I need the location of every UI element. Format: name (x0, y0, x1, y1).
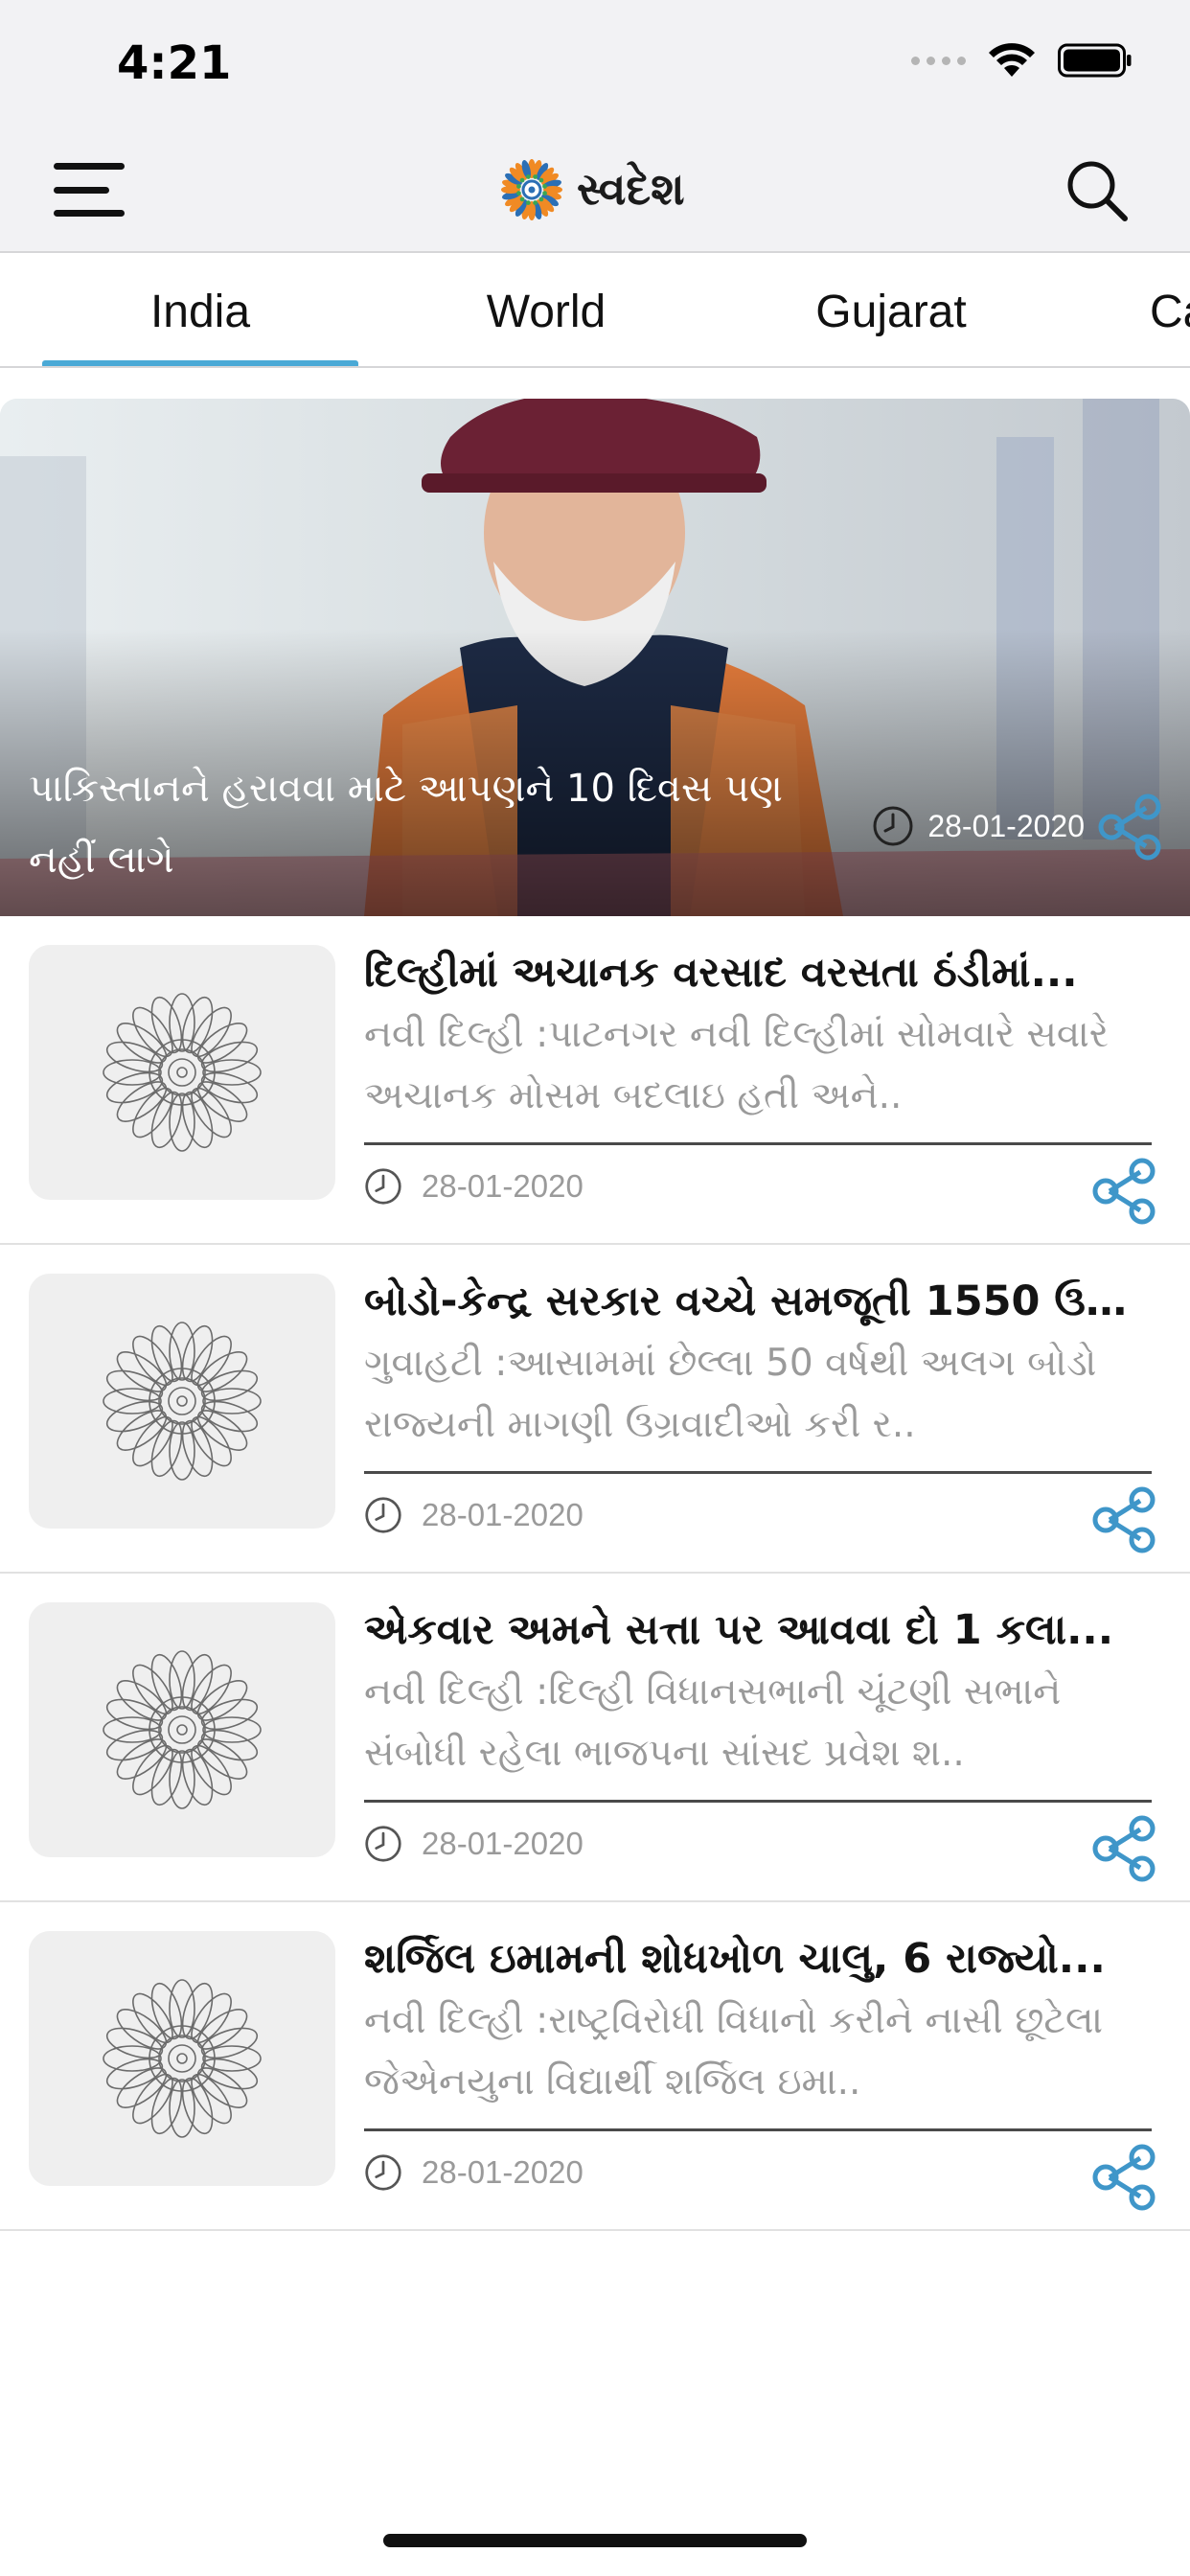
tab-world[interactable]: World (402, 255, 690, 366)
news-meta: 28-01-2020 (364, 1167, 584, 1206)
tab-gujarat[interactable]: Gujarat (747, 255, 1035, 366)
news-summary: ગુવાહટી :આસામમાં છેલ્લા 50 વર્ષથી અલગ બો… (364, 1342, 1097, 1446)
tab-partial[interactable]: Ca (1150, 255, 1190, 366)
tab-label: Gujarat (815, 286, 967, 337)
news-thumbnail (29, 1931, 335, 2186)
tab-india[interactable]: India (42, 255, 358, 366)
tab-label: India (149, 286, 251, 337)
placeholder-logo-icon (103, 1979, 262, 2138)
news-list-item[interactable]: બોડો-કેન્દ્ર સરકાર વચ્ચે સમજૂતી 1550 ઉગ્… (0, 1245, 1190, 1574)
news-date: 28-01-2020 (422, 2154, 584, 2190)
news-list-item[interactable]: એકવાર અમને સત્તા પર આવવા દો 1 કલા... નવી… (0, 1574, 1190, 1902)
brand: સ્વદેશ (498, 155, 685, 224)
news-meta: 28-01-2020 (364, 2153, 584, 2192)
news-title: એકવાર અમને સત્તા પર આવવા દો 1 કલા... (364, 1606, 1114, 1654)
wifi-icon (987, 42, 1037, 79)
featured-story[interactable]: પાકિસ્તાનને હરાવવા માટે આપણને 10 દિવસ પણ… (0, 399, 1190, 916)
tab-label: World (486, 286, 606, 337)
category-tabs: India World Gujarat Ca (0, 255, 1190, 368)
placeholder-logo-icon (103, 1650, 262, 1809)
clock-icon (365, 1497, 401, 1533)
share-icon (1092, 1815, 1156, 1882)
status-bar: 4:21 (0, 0, 1190, 126)
news-divider (364, 1800, 1152, 1803)
clock-icon (873, 806, 913, 846)
hamburger-menu-icon (54, 163, 125, 170)
share-icon (1092, 2144, 1156, 2211)
news-title: દિલ્હીમાં અચાનક વરસાદ વરસતા ઠંડીમાં... (364, 949, 1078, 997)
news-divider (364, 2128, 1152, 2131)
placeholder-logo-icon (103, 1322, 262, 1481)
tab-label: Ca (1150, 286, 1190, 337)
featured-share-button[interactable] (1096, 794, 1163, 865)
news-divider (364, 1142, 1152, 1145)
clock-icon (365, 2154, 401, 2191)
news-date: 28-01-2020 (422, 1826, 584, 1861)
news-list-item[interactable]: શર્જિલ ઇમામની શોધખોળ ચાલુ, 6 રાજ્યો... ન… (0, 1902, 1190, 2231)
menu-button[interactable] (54, 155, 130, 224)
news-feed: પાકિસ્તાનને હરાવવા માટે આપણને 10 દિવસ પણ… (0, 399, 1190, 2231)
news-thumbnail (29, 1602, 335, 1857)
news-summary: નવી દિલ્હી :દિલ્હી વિધાનસભાની ચૂંટણી સભા… (364, 1670, 1062, 1775)
app-header: સ્વદેશ (0, 126, 1190, 253)
featured-story-meta: 28-01-2020 (872, 805, 1085, 847)
featured-story-date: 28-01-2020 (927, 808, 1085, 843)
placeholder-logo-icon (103, 993, 262, 1152)
news-date: 28-01-2020 (422, 1168, 584, 1204)
news-title: બોડો-કેન્દ્ર સરકાર વચ્ચે સમજૂતી 1550 ઉગ્… (364, 1277, 1140, 1325)
news-title: શર્જિલ ઇમામની શોધખોળ ચાલુ, 6 રાજ્યો... (364, 1935, 1106, 1983)
cellular-signal-icon (911, 56, 966, 65)
news-meta: 28-01-2020 (364, 1496, 584, 1534)
share-icon (1092, 1486, 1156, 1553)
brand-logo-icon (501, 159, 562, 220)
news-summary: નવી દિલ્હી :રાષ્ટ્રવિરોધી વિધાનો કરીને ન… (364, 1999, 1104, 2104)
share-button[interactable] (1090, 1158, 1157, 1230)
battery-icon (1058, 42, 1133, 79)
search-button[interactable] (1064, 157, 1131, 224)
news-date: 28-01-2020 (422, 1497, 584, 1532)
news-thumbnail (29, 945, 335, 1200)
news-list-item[interactable]: દિલ્હીમાં અચાનક વરસાદ વરસતા ઠંડીમાં... ન… (0, 916, 1190, 1245)
news-divider (364, 1471, 1152, 1474)
news-meta: 28-01-2020 (364, 1825, 584, 1863)
status-icons (911, 42, 1133, 79)
share-button[interactable] (1090, 2144, 1157, 2216)
share-icon (1092, 1158, 1156, 1225)
clock-icon (365, 1826, 401, 1862)
clock-icon (365, 1168, 401, 1205)
share-button[interactable] (1090, 1815, 1157, 1887)
share-button[interactable] (1090, 1486, 1157, 1558)
news-summary: નવી દિલ્હી :પાટનગર નવી દિલ્હીમાં સોમવારે… (364, 1013, 1109, 1117)
home-indicator[interactable] (383, 2534, 807, 2547)
featured-story-title: પાકિસ્તાનને હરાવવા માટે આપણને 10 દિવસ પણ… (29, 767, 783, 882)
news-thumbnail (29, 1274, 335, 1529)
share-icon (1098, 794, 1161, 861)
search-icon (1067, 161, 1128, 221)
status-time: 4:21 (117, 36, 232, 90)
brand-title: સ્વદેશ (577, 163, 685, 215)
